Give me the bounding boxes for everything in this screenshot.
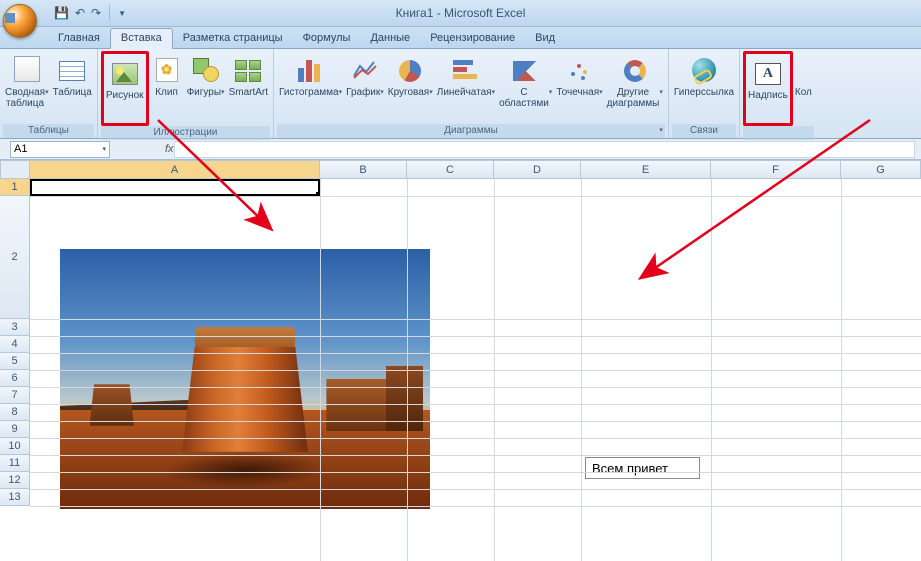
scatter-chart-icon [567, 58, 591, 82]
row-header[interactable]: 8 [0, 404, 30, 421]
row-header[interactable]: 2 [0, 196, 30, 319]
save-icon[interactable]: 💾 [54, 6, 69, 20]
formula-bar: A1 fx [0, 139, 921, 160]
group-links: Гиперссылка Связи [669, 49, 740, 138]
shapes-icon [193, 58, 219, 82]
wordart-button[interactable]: Кол [793, 51, 814, 120]
hyperlink-icon [692, 58, 716, 82]
textbox-text: Всем привет [592, 461, 668, 476]
group-illustrations: Рисунок Клип Фигуры SmartArt Иллюстрации [98, 49, 274, 138]
column-header[interactable]: G [841, 160, 921, 179]
column-header[interactable]: B [320, 160, 407, 179]
tab-review[interactable]: Рецензирование [420, 29, 525, 48]
group-charts: Гистограмма График Круговая Линейчатая С… [274, 49, 669, 138]
shapes-button[interactable]: Фигуры [185, 51, 227, 120]
ribbon: Своднаятаблица Таблица Таблицы Рисунок К… [0, 49, 921, 139]
tab-insert[interactable]: Вставка [110, 28, 173, 49]
row-header[interactable]: 9 [0, 421, 30, 438]
smartart-button[interactable]: SmartArt [227, 51, 270, 120]
column-header[interactable]: A [30, 160, 320, 179]
tab-formulas[interactable]: Формулы [293, 29, 361, 48]
textbox-icon: A [755, 63, 781, 85]
table-button[interactable]: Таблица [51, 51, 94, 120]
row-header[interactable]: 13 [0, 489, 30, 506]
textbox-button[interactable]: AНадпись [743, 51, 793, 126]
column-header[interactable]: F [711, 160, 841, 179]
column-header[interactable]: C [407, 160, 494, 179]
line-chart-button[interactable]: График [344, 51, 386, 120]
row-header[interactable]: 11 [0, 455, 30, 472]
active-cell-indicator [30, 179, 320, 196]
area-chart-icon [513, 61, 539, 81]
row-header[interactable]: 4 [0, 336, 30, 353]
fx-icon[interactable]: fx [165, 143, 174, 155]
row-header[interactable]: 1 [0, 179, 30, 196]
table-icon [59, 61, 85, 81]
row-header[interactable]: 5 [0, 353, 30, 370]
row-header[interactable]: 12 [0, 472, 30, 489]
pivot-table-button[interactable]: Своднаятаблица [3, 51, 51, 120]
undo-icon[interactable]: ↶ [75, 6, 85, 20]
picture-button[interactable]: Рисунок [101, 51, 149, 126]
bar-chart-button[interactable]: Линейчатая [435, 51, 497, 120]
group-text: AНадпись Кол [740, 49, 817, 138]
bar-chart-icon [453, 60, 479, 82]
formula-input[interactable] [174, 141, 915, 158]
pie-chart-icon [399, 60, 421, 82]
scatter-chart-button[interactable]: Точечная [554, 51, 604, 120]
column-header[interactable]: D [494, 160, 581, 179]
pie-chart-button[interactable]: Круговая [386, 51, 435, 120]
cell-grid[interactable]: Всем привет [30, 179, 921, 561]
smartart-icon [235, 60, 261, 82]
inserted-textbox[interactable]: Всем привет [585, 457, 700, 479]
column-chart-icon [298, 58, 324, 82]
pivot-icon [14, 56, 40, 82]
quick-access-toolbar: 💾 ↶ ↷ ▼ [54, 5, 126, 21]
group-tables: Своднаятаблица Таблица Таблицы [0, 49, 98, 138]
row-header[interactable]: 10 [0, 438, 30, 455]
inserted-picture[interactable] [60, 249, 430, 509]
other-charts-icon [624, 60, 646, 82]
select-all-corner[interactable] [0, 160, 30, 179]
tab-view[interactable]: Вид [525, 29, 565, 48]
column-headers: ABCDEFG [30, 160, 921, 179]
tab-page-layout[interactable]: Разметка страницы [173, 29, 293, 48]
qat-dropdown-icon[interactable]: ▼ [118, 9, 126, 18]
column-chart-button[interactable]: Гистограмма [277, 51, 344, 120]
ribbon-tabs: Главная Вставка Разметка страницы Формул… [0, 27, 921, 49]
tab-home[interactable]: Главная [48, 29, 110, 48]
row-headers: 12345678910111213 [0, 179, 30, 506]
window-title: Книга1 - Microsoft Excel [396, 6, 526, 20]
row-header[interactable]: 7 [0, 387, 30, 404]
hyperlink-button[interactable]: Гиперссылка [672, 51, 736, 120]
row-header[interactable]: 6 [0, 370, 30, 387]
other-charts-button[interactable]: Другиедиаграммы [605, 51, 665, 120]
title-bar: 💾 ↶ ↷ ▼ Книга1 - Microsoft Excel [0, 0, 921, 27]
redo-icon[interactable]: ↷ [91, 6, 101, 20]
name-box[interactable]: A1 [10, 141, 110, 158]
picture-icon [112, 63, 138, 85]
worksheet: 12345678910111213 ABCDEFG Всем привет [0, 160, 921, 561]
clip-button[interactable]: Клип [149, 51, 185, 120]
area-chart-button[interactable]: Собластями [497, 51, 554, 120]
tab-data[interactable]: Данные [360, 29, 420, 48]
line-chart-icon [352, 58, 378, 82]
row-header[interactable]: 3 [0, 319, 30, 336]
column-header[interactable]: E [581, 160, 711, 179]
clip-icon [156, 58, 178, 82]
